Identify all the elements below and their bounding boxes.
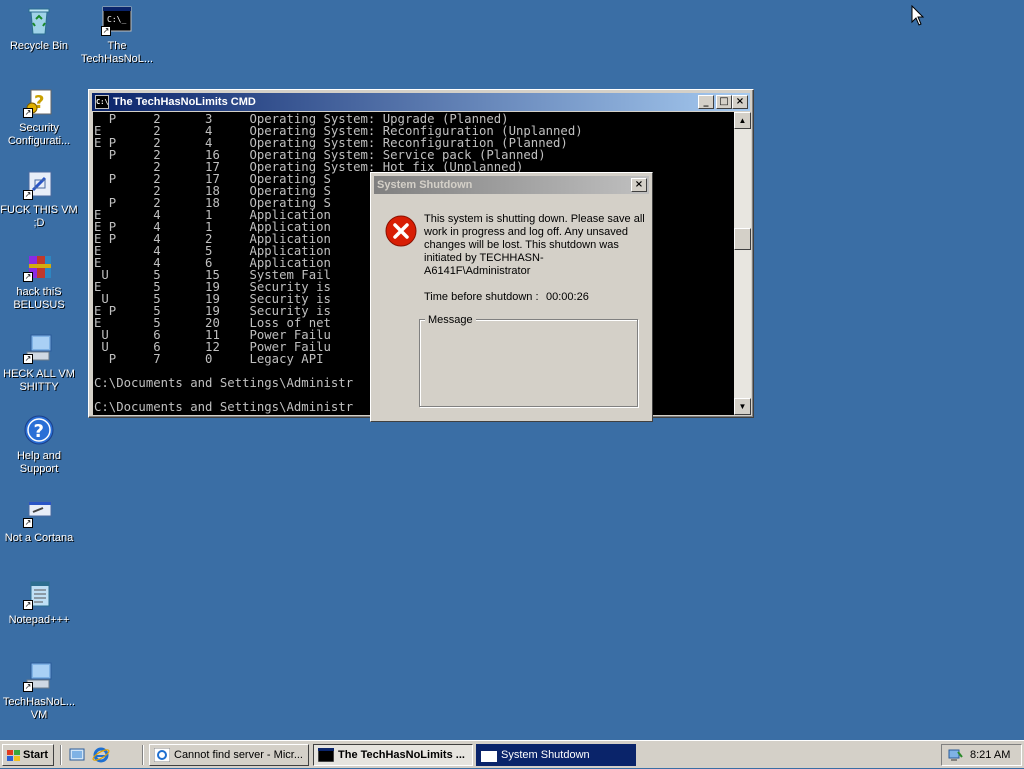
taskbar-button-label: Cannot find server - Micr... bbox=[174, 749, 303, 761]
desktop-icon-hack-this-belusus[interactable]: ↗ hack thiS BELUSUS bbox=[0, 250, 78, 312]
desktop-icon-label: FUCK THIS VM ;D bbox=[0, 204, 78, 229]
shortcut-arrow-icon: ↗ bbox=[23, 272, 33, 282]
desktop-icon-heck-all-vm[interactable]: ↗ HECK ALL VM SHITTY bbox=[0, 332, 78, 394]
quicklaunch-ie-icon[interactable] bbox=[92, 746, 110, 764]
system-tray: 8:21 AM bbox=[941, 744, 1022, 766]
desktop-icon-notepad[interactable]: ↗ Notepad+++ bbox=[0, 578, 78, 627]
window-icon bbox=[480, 747, 498, 763]
windows-flag-icon bbox=[7, 749, 21, 761]
dialog-titlebar[interactable]: System Shutdown × bbox=[374, 176, 649, 194]
desktop-icon-label: Recycle Bin bbox=[9, 40, 69, 52]
dialog-title: System Shutdown bbox=[377, 179, 473, 191]
shutdown-countdown: 00:00:26 bbox=[546, 291, 589, 303]
start-button[interactable]: Start bbox=[2, 744, 54, 766]
computer-icon: ↗ bbox=[23, 660, 55, 692]
winrar-icon: ↗ bbox=[23, 250, 55, 282]
shortcut-icon: ↗ bbox=[23, 168, 55, 200]
scroll-up-button[interactable]: ▲ bbox=[734, 112, 751, 129]
taskbar-button-label: The TechHasNoLimits ... bbox=[338, 749, 465, 761]
maximize-button[interactable]: □ bbox=[716, 95, 732, 109]
scroll-thumb[interactable] bbox=[734, 228, 751, 250]
security-config-icon: ? ↗ bbox=[23, 86, 55, 118]
desktop-icon-recycle-bin[interactable]: Recycle Bin bbox=[0, 4, 78, 53]
shortcut-arrow-icon: ↗ bbox=[23, 108, 33, 118]
taskbar-button-system-shutdown[interactable]: System Shutdown bbox=[476, 744, 636, 766]
cmd-window-title: The TechHasNoLimits CMD bbox=[113, 96, 256, 108]
message-groupbox bbox=[419, 319, 638, 407]
shortcut-arrow-icon: ↗ bbox=[23, 354, 33, 364]
notepad-icon: ↗ bbox=[23, 578, 55, 610]
ie-icon bbox=[153, 747, 171, 763]
time-before-shutdown-label: Time before shutdown : bbox=[424, 291, 539, 303]
run-icon: ↗ bbox=[23, 496, 55, 528]
close-button[interactable]: × bbox=[732, 95, 748, 109]
scroll-down-button[interactable]: ▼ bbox=[734, 398, 751, 415]
desktop-icon-label: Notepad+++ bbox=[8, 614, 70, 626]
desktop-icon-label: Help and Support bbox=[16, 450, 62, 475]
start-label: Start bbox=[23, 749, 49, 761]
recycle-bin-icon bbox=[23, 4, 55, 36]
taskbar-clock[interactable]: 8:21 AM bbox=[970, 745, 1010, 765]
system-shutdown-dialog[interactable]: System Shutdown × This system is shuttin… bbox=[370, 172, 653, 422]
desktop-icon-techhasnolimits-vm[interactable]: ↗ TechHasNoL... VM bbox=[0, 660, 78, 722]
taskbar-button-ie[interactable]: Cannot find server - Micr... bbox=[149, 744, 309, 766]
quicklaunch-show-desktop-icon[interactable] bbox=[68, 746, 86, 764]
shortcut-arrow-icon: ↗ bbox=[23, 682, 33, 692]
taskbar-separator bbox=[142, 745, 144, 765]
shortcut-arrow-icon: ↗ bbox=[101, 26, 111, 36]
desktop-icon-label: hack thiS BELUSUS bbox=[13, 286, 65, 311]
desktop-icon-fuck-this-vm[interactable]: ↗ FUCK THIS VM ;D bbox=[0, 168, 78, 230]
taskbar: Start Cannot find server - Micr... The T… bbox=[0, 740, 1024, 768]
desktop-icon-label: TechHasNoL... VM bbox=[2, 696, 76, 721]
computer-icon: ↗ bbox=[23, 332, 55, 364]
desktop-icon-security-configuration[interactable]: ? ↗ Security Configurati... bbox=[0, 86, 78, 148]
desktop-icon-label: The TechHasNoL... bbox=[80, 40, 154, 65]
desktop-icon-label: Not a Cortana bbox=[4, 532, 74, 544]
minimize-button[interactable]: _ bbox=[698, 95, 714, 109]
desktop-icon-label: Security Configurati... bbox=[7, 122, 71, 147]
mouse-cursor-icon bbox=[911, 4, 925, 27]
svg-text:C:\_: C:\_ bbox=[107, 15, 126, 24]
cmd-titlebar[interactable]: C:\ The TechHasNoLimits CMD _ □ × bbox=[92, 93, 750, 111]
shortcut-arrow-icon: ↗ bbox=[23, 190, 33, 200]
shortcut-arrow-icon: ↗ bbox=[23, 600, 33, 610]
network-tray-icon[interactable] bbox=[947, 748, 963, 762]
console-icon bbox=[317, 747, 335, 763]
taskbar-separator bbox=[60, 745, 62, 765]
svg-text:?: ? bbox=[34, 421, 44, 442]
taskbar-button-label: System Shutdown bbox=[501, 749, 590, 761]
shortcut-arrow-icon: ↗ bbox=[23, 518, 33, 528]
console-scrollbar[interactable]: ▲ ▼ bbox=[734, 112, 751, 415]
taskbar-button-cmd[interactable]: The TechHasNoLimits ... bbox=[313, 744, 473, 766]
desktop-icon-label: HECK ALL VM SHITTY bbox=[3, 368, 75, 393]
desktop-icon-techhasnolimits-cmd[interactable]: C:\_ ↗ The TechHasNoL... bbox=[78, 4, 156, 66]
dialog-close-button[interactable]: × bbox=[631, 178, 647, 192]
error-icon bbox=[385, 215, 417, 247]
message-group-label: Message bbox=[425, 314, 476, 326]
help-icon: ? bbox=[23, 414, 55, 446]
console-shortcut-icon: C:\_ ↗ bbox=[101, 4, 133, 36]
console-icon: C:\ bbox=[95, 95, 109, 109]
desktop-icon-help-and-support[interactable]: ? Help and Support bbox=[0, 414, 78, 476]
shutdown-message: This system is shutting down. Please sav… bbox=[424, 213, 645, 277]
desktop-icon-not-a-cortana[interactable]: ↗ Not a Cortana bbox=[0, 496, 78, 545]
